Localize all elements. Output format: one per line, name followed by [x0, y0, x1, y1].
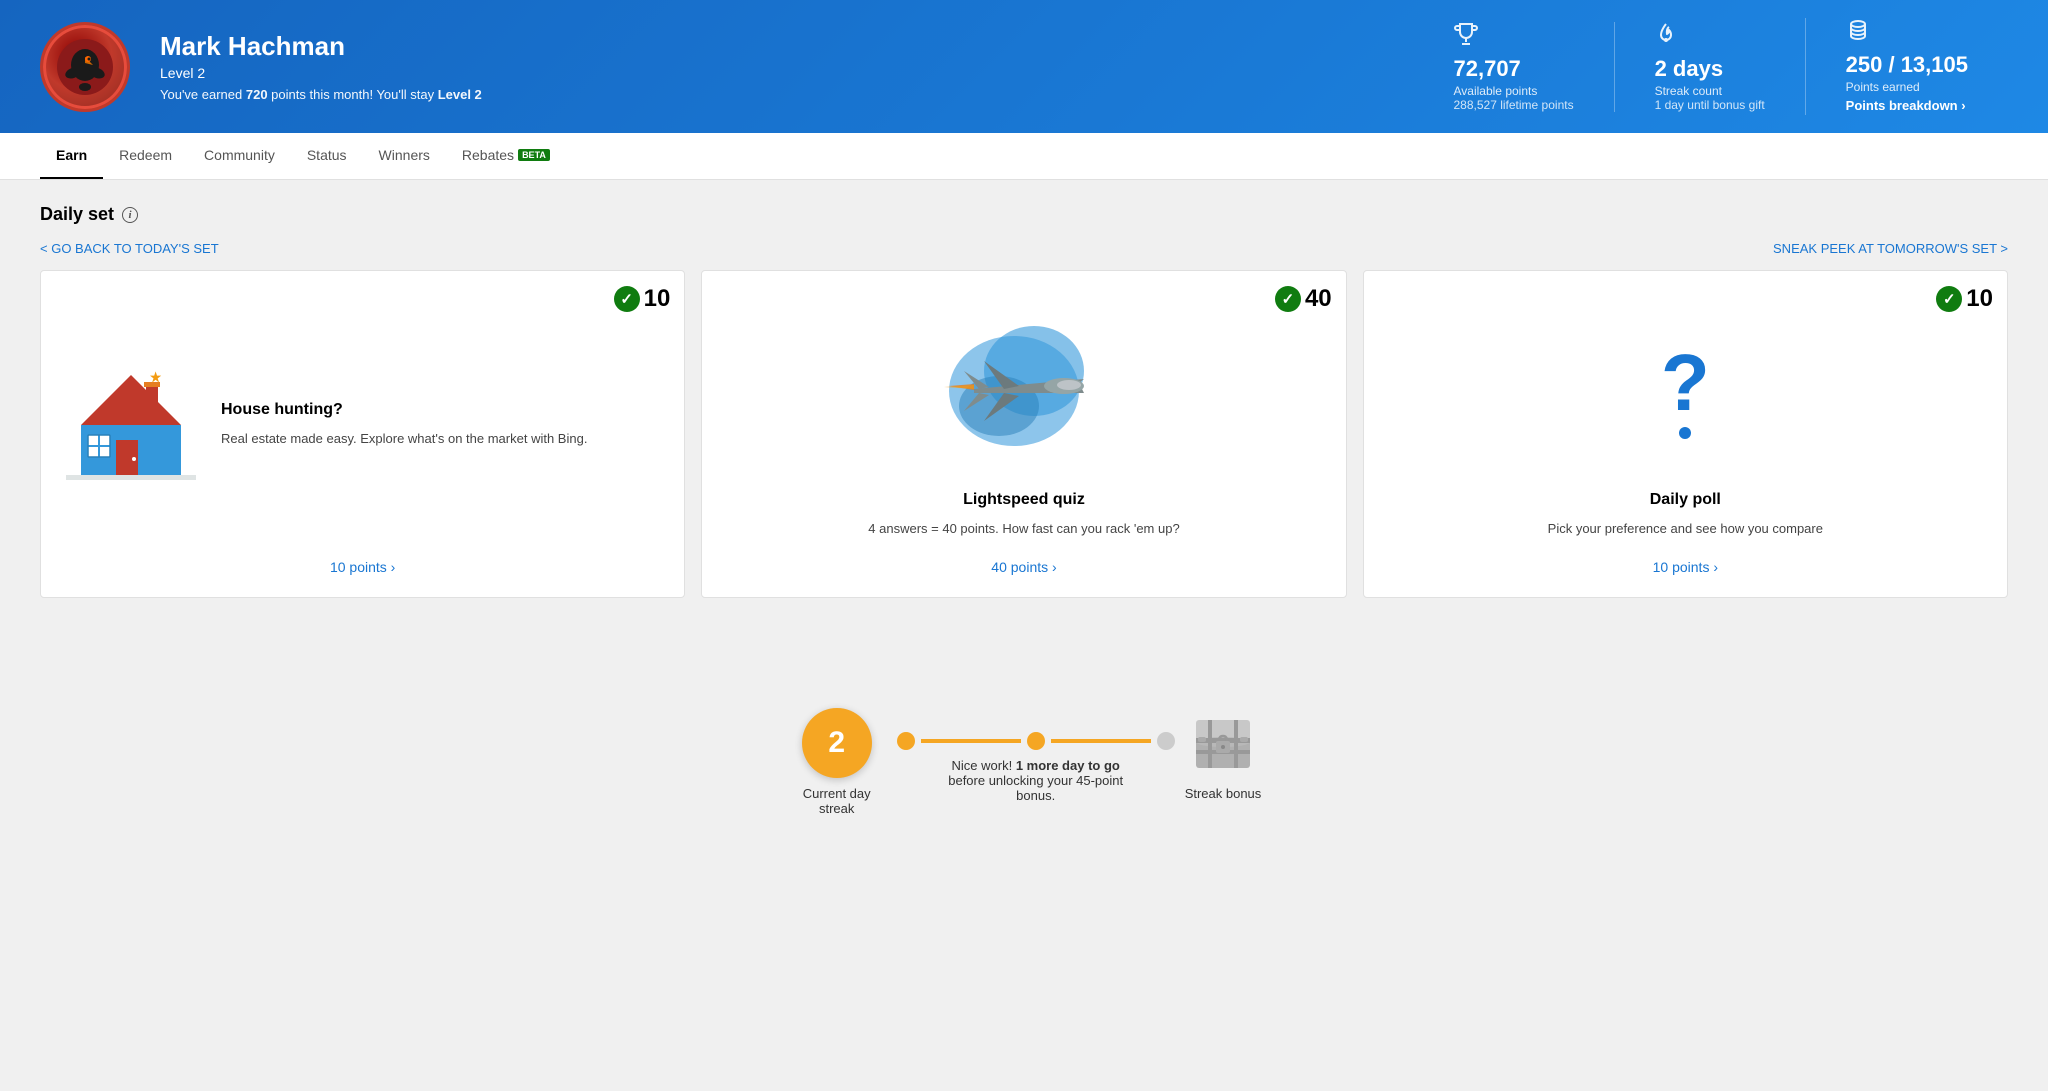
- available-points-label: Available points: [1454, 84, 1574, 98]
- check-icon-1: ✓: [614, 286, 640, 312]
- points-earned-label: Points earned: [1846, 80, 1968, 94]
- nav-earn[interactable]: Earn: [40, 133, 103, 179]
- streak-bonus-label: Streak bonus: [1185, 786, 1262, 801]
- card-3-text: Daily poll Pick your preference and see …: [1548, 491, 1823, 539]
- check-icon-3: ✓: [1936, 286, 1962, 312]
- user-name: Mark Hachman: [160, 31, 482, 62]
- streak-timeline-row: 2 Current day streak Nice work! 1 more d…: [787, 708, 1262, 816]
- streak-chest-image: [1188, 708, 1258, 778]
- nav-bar: Earn Redeem Community Status Winners Reb…: [0, 133, 2048, 180]
- question-mark: ?: [1661, 343, 1710, 423]
- nav-community[interactable]: Community: [188, 133, 291, 179]
- streak-bonus-item: Streak bonus: [1185, 708, 1262, 801]
- card-2-text: Lightspeed quiz 4 answers = 40 points. H…: [868, 491, 1179, 539]
- available-points-value: 72,707: [1454, 56, 1574, 82]
- streak-middle: Nice work! 1 more day to go before unloc…: [897, 708, 1175, 803]
- jet-image: [924, 311, 1124, 471]
- cards-grid: ✓ 10: [40, 270, 2008, 598]
- streak-section: 2 Current day streak Nice work! 1 more d…: [0, 678, 2048, 856]
- main-content: Daily set i < GO BACK TO TODAY'S SET SNE…: [0, 180, 2048, 678]
- beta-badge: BETA: [518, 149, 550, 161]
- card-3-points-link[interactable]: 10 points ›: [1653, 559, 1718, 575]
- streak-line-1: [921, 739, 1021, 743]
- points-breakdown-link[interactable]: Points breakdown ›: [1846, 98, 1966, 113]
- card-3-footer: 10 points ›: [1384, 559, 1987, 577]
- streak-label: Streak count: [1655, 84, 1765, 98]
- back-link[interactable]: < GO BACK TO TODAY'S SET: [40, 241, 219, 256]
- house-image: [61, 365, 201, 485]
- streak-dot-3: [1157, 732, 1175, 750]
- streak-dot-1: [897, 732, 915, 750]
- card-daily-poll: ✓ 10 ? Daily poll Pick your preference a…: [1363, 270, 2008, 598]
- card-3-badge: ✓ 10: [1936, 285, 1993, 313]
- streak-dot-2: [1027, 732, 1045, 750]
- card-2-points-link[interactable]: 40 points ›: [991, 559, 1056, 575]
- section-title: Daily set i: [40, 204, 2008, 225]
- card-house-hunting: ✓ 10: [40, 270, 685, 598]
- streak-line-2: [1051, 739, 1151, 743]
- nav-rebates[interactable]: RebatesBETA: [446, 133, 566, 179]
- card-2-badge: ✓ 40: [1275, 285, 1332, 313]
- header-stats: 72,707 Available points 288,527 lifetime…: [1414, 18, 2009, 115]
- sneak-peek-link[interactable]: SNEAK PEEK AT TOMORROW'S SET >: [1773, 241, 2008, 256]
- card-2-body: Lightspeed quiz 4 answers = 40 points. H…: [722, 311, 1325, 539]
- question-image: ?: [1585, 311, 1785, 471]
- info-icon[interactable]: i: [122, 207, 138, 223]
- card-1-points-link[interactable]: 10 points ›: [330, 559, 395, 575]
- stat-points: 72,707 Available points 288,527 lifetime…: [1414, 22, 1614, 112]
- lifetime-points: 288,527 lifetime points: [1454, 98, 1574, 112]
- user-level: Level 2: [160, 65, 482, 81]
- coins-icon: [1846, 18, 1968, 48]
- streak-day-label: Current day streak: [787, 786, 887, 816]
- header: Mark Hachman Level 2 You've earned 720 p…: [0, 0, 2048, 133]
- nav-status[interactable]: Status: [291, 133, 363, 179]
- streak-value: 2 days: [1655, 56, 1765, 82]
- card-3-body: ? Daily poll Pick your preference and se…: [1384, 311, 1987, 539]
- check-icon-2: ✓: [1275, 286, 1301, 312]
- streak-day-item: 2 Current day streak: [787, 708, 887, 816]
- user-message: You've earned 720 points this month! You…: [160, 87, 482, 102]
- card-1-body: House hunting? Real estate made easy. Ex…: [61, 311, 664, 539]
- avatar: [40, 22, 130, 112]
- streak-sub: 1 day until bonus gift: [1655, 98, 1765, 112]
- card-1-badge: ✓ 10: [614, 285, 671, 313]
- card-1-footer: 10 points ›: [61, 559, 664, 577]
- streak-day-circle: 2: [802, 708, 872, 778]
- nav-redeem[interactable]: Redeem: [103, 133, 188, 179]
- stat-streak: 2 days Streak count 1 day until bonus gi…: [1614, 22, 1805, 112]
- nav-winners[interactable]: Winners: [363, 133, 446, 179]
- flame-icon: [1655, 22, 1765, 52]
- card-2-footer: 40 points ›: [722, 559, 1325, 577]
- streak-middle-label: Nice work! 1 more day to go before unloc…: [936, 758, 1136, 803]
- points-earned-value: 250 / 13,105: [1846, 52, 1968, 78]
- card-1-text: House hunting? Real estate made easy. Ex…: [221, 401, 587, 449]
- nav-row: < GO BACK TO TODAY'S SET SNEAK PEEK AT T…: [40, 241, 2008, 256]
- card-lightspeed: ✓ 40: [701, 270, 1346, 598]
- streak-dots-row: [897, 732, 1175, 750]
- user-info: Mark Hachman Level 2 You've earned 720 p…: [160, 31, 482, 102]
- trophy-icon: [1454, 22, 1574, 52]
- stat-earned: 250 / 13,105 Points earned Points breakd…: [1805, 18, 2008, 115]
